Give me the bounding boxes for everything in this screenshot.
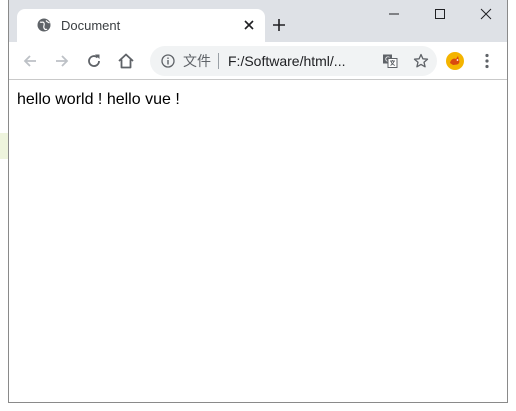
tab-document[interactable]: Document xyxy=(17,9,265,42)
maximize-icon[interactable] xyxy=(432,6,448,22)
page-text: hello world ! hello vue ! xyxy=(17,91,180,108)
browser-window: Document 文件 F:/Software/html/... hello w… xyxy=(8,0,508,403)
plus-icon[interactable] xyxy=(271,17,287,33)
translate-icon[interactable]: G xyxy=(382,53,398,69)
home-icon[interactable] xyxy=(117,52,135,70)
tab-strip: Document xyxy=(9,0,507,42)
reload-icon[interactable] xyxy=(85,52,103,70)
page-content: hello world ! hello vue ! xyxy=(9,80,507,402)
minimize-icon[interactable] xyxy=(386,6,402,22)
address-bar[interactable]: 文件 F:/Software/html/... G xyxy=(150,46,437,76)
kebab-menu-icon[interactable] xyxy=(479,52,495,70)
arrow-right-icon[interactable] xyxy=(53,52,71,70)
arrow-left-icon[interactable] xyxy=(21,52,39,70)
star-icon[interactable] xyxy=(413,53,429,69)
security-label[interactable]: 文件 xyxy=(183,53,211,69)
close-icon[interactable] xyxy=(241,17,257,33)
browser-toolbar: 文件 F:/Software/html/... G xyxy=(9,42,507,80)
globe-icon xyxy=(37,18,51,32)
url-text[interactable]: F:/Software/html/... xyxy=(228,53,345,69)
close-window-icon[interactable] xyxy=(478,6,494,22)
extension-icon[interactable] xyxy=(445,51,465,71)
background-strip xyxy=(0,133,8,159)
info-icon[interactable] xyxy=(161,54,175,68)
omnibox-divider xyxy=(218,53,219,69)
tab-title: Document xyxy=(61,18,121,33)
